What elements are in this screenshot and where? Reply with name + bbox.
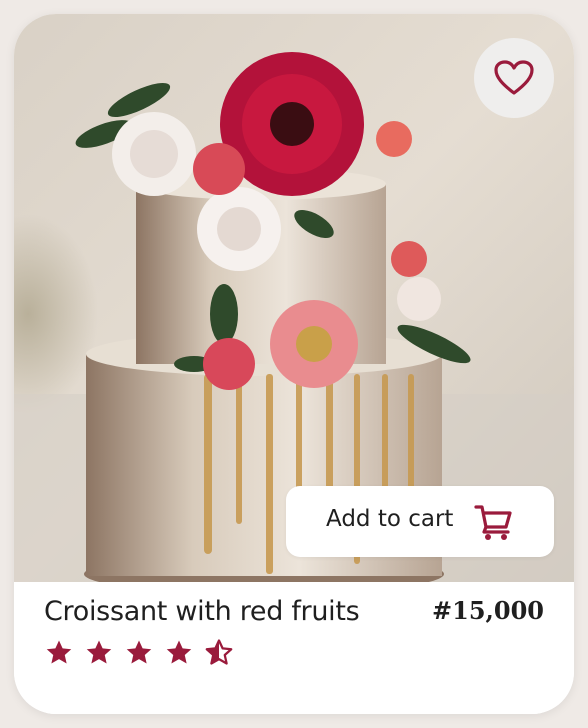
star-full-icon [86,640,112,664]
product-price: #15,000 [432,596,544,625]
star-full-icon [126,640,152,664]
star-half-icon [205,639,233,665]
product-info: Croissant with red fruits #15,000 [14,582,574,714]
product-card[interactable]: Add to cart Croissant with red fruits #1… [14,14,574,714]
product-title: Croissant with red fruits [44,596,360,627]
add-to-cart-label: Add to cart [326,506,454,532]
heart-icon [494,60,534,95]
star-full-icon [46,640,72,664]
favorite-button[interactable] [474,38,554,118]
add-to-cart-button[interactable]: Add to cart [286,486,554,557]
rating-stars [44,638,234,668]
cart-icon [474,505,512,540]
star-full-icon [166,640,192,664]
